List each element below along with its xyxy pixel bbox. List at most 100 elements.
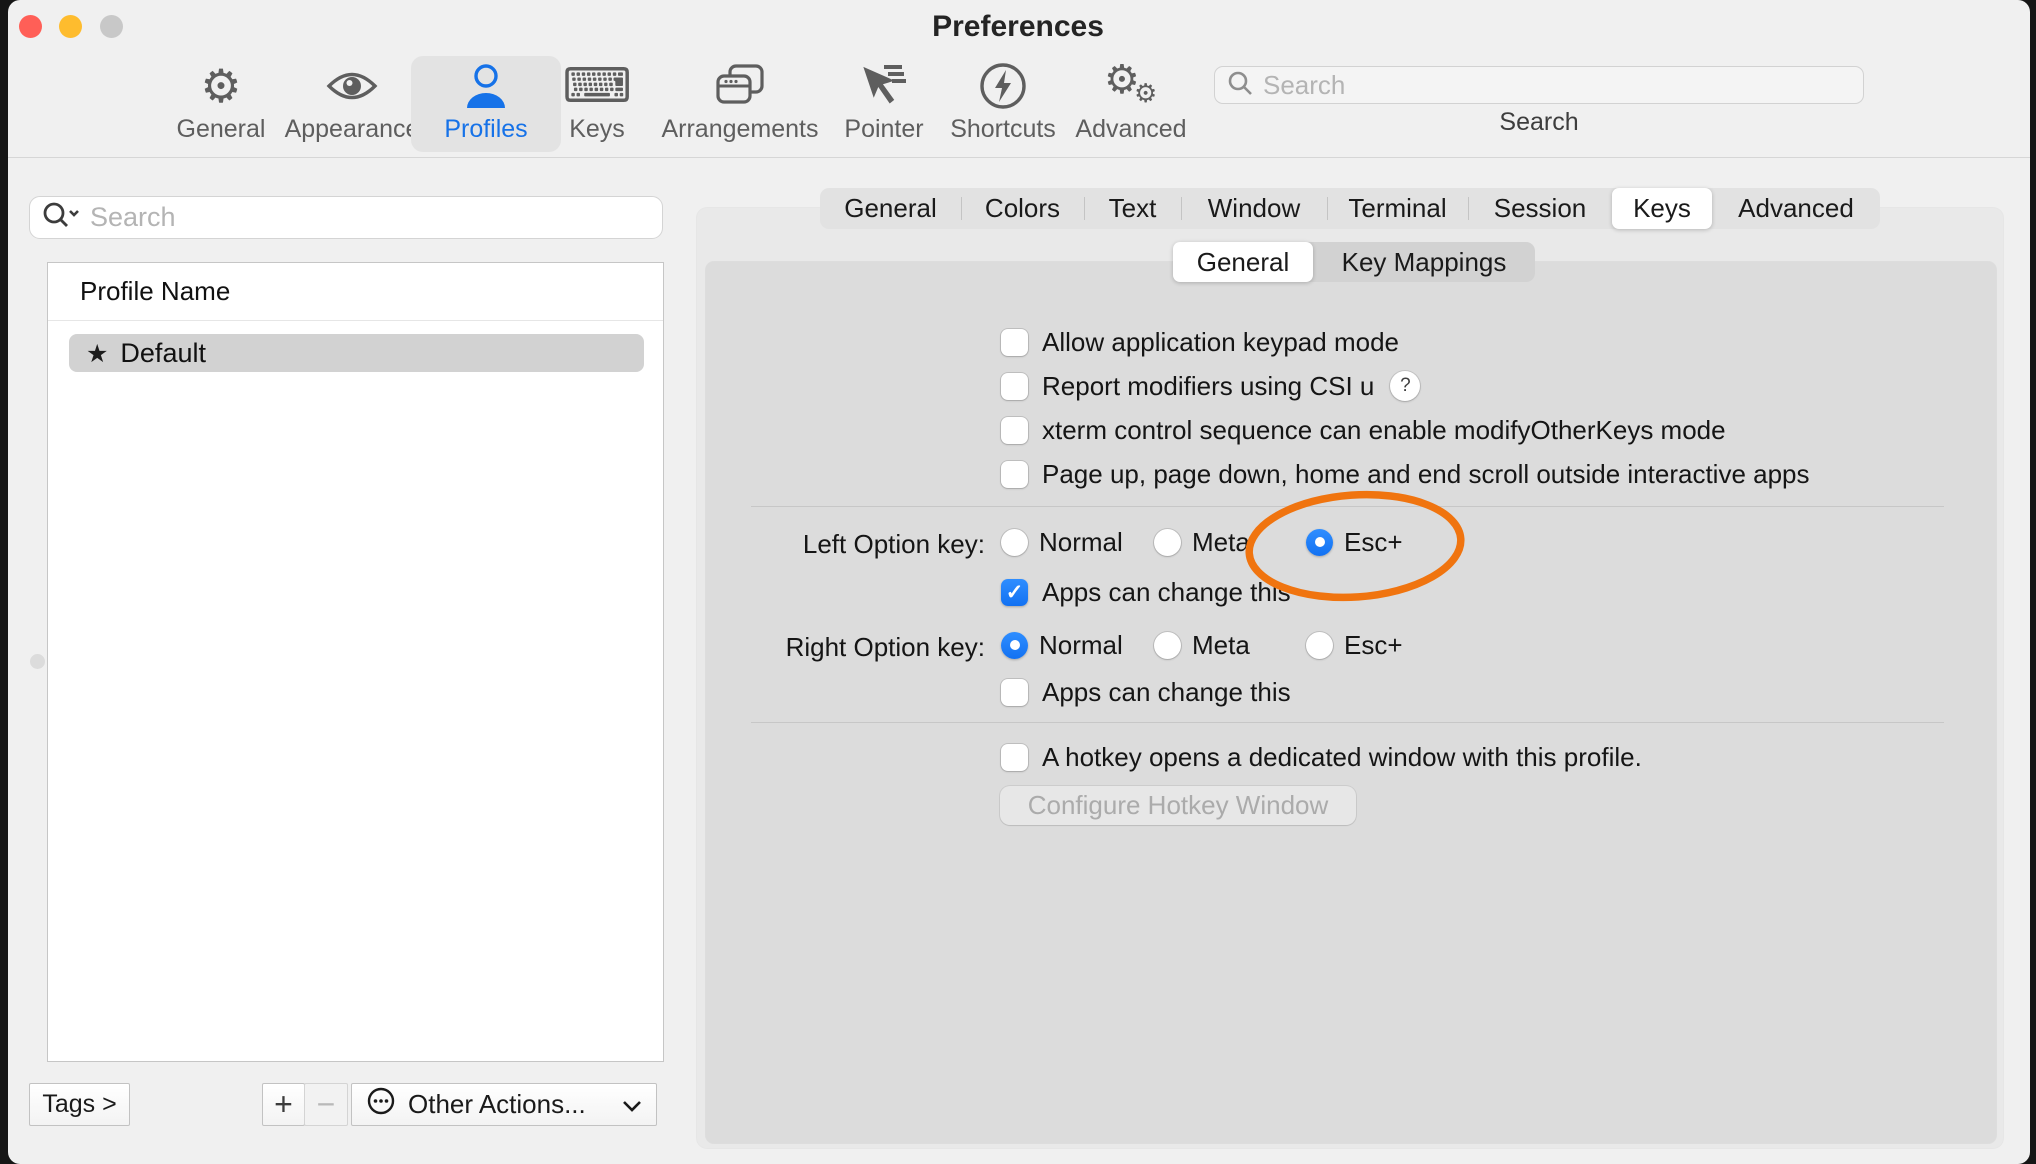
tab-advanced[interactable]: Advanced	[1712, 188, 1880, 229]
left-apps-can-change-row[interactable]: Apps can change this	[1001, 570, 1291, 614]
person-icon	[462, 57, 510, 115]
radio-label: Esc+	[1344, 527, 1403, 558]
checkbox-label: A hotkey opens a dedicated window with t…	[1042, 742, 1642, 773]
toolbar-item-general[interactable]: ⚙ General	[146, 56, 296, 152]
radio-label: Meta	[1192, 630, 1250, 661]
left-option-normal-radio[interactable]: Normal	[1001, 520, 1123, 564]
gear-icon: ⚙	[200, 57, 241, 115]
radio[interactable]	[1154, 632, 1181, 659]
toolbar-divider	[8, 157, 2030, 158]
radio[interactable]	[1306, 632, 1333, 659]
radio[interactable]	[1001, 632, 1028, 659]
sidebar-search-field[interactable]	[29, 196, 663, 239]
checkbox[interactable]	[1001, 373, 1028, 400]
profile-name: Default	[120, 338, 206, 369]
window-title: Preferences	[8, 10, 2030, 44]
toolbar-item-label: Pointer	[844, 115, 923, 152]
divider	[751, 506, 1944, 507]
tab-session[interactable]: Session	[1468, 188, 1612, 229]
checkbox-label: Apps can change this	[1042, 577, 1291, 608]
toolbar-item-label: Keys	[569, 115, 625, 152]
radio-label: Normal	[1039, 527, 1123, 558]
radio[interactable]	[1154, 529, 1181, 556]
right-option-meta-radio[interactable]: Meta	[1154, 623, 1250, 667]
right-option-key-label: Right Option key:	[700, 632, 985, 663]
toolbar-search-input[interactable]	[1263, 70, 1823, 101]
titlebar[interactable]: Preferences	[8, 0, 2030, 52]
tab-window[interactable]: Window	[1181, 188, 1327, 229]
profile-row-default[interactable]: Default	[69, 334, 644, 372]
configure-hotkey-window-button: Configure Hotkey Window	[1000, 786, 1356, 825]
eye-icon	[326, 57, 378, 115]
tab-colors[interactable]: Colors	[961, 188, 1084, 229]
search-menu-icon	[40, 200, 82, 235]
toolbar-item-label: Profiles	[444, 115, 527, 152]
right-option-esc-radio[interactable]: Esc+	[1306, 623, 1403, 667]
remove-profile-button: −	[304, 1083, 348, 1126]
toolbar-search-field[interactable]	[1214, 66, 1864, 104]
other-actions-label: Other Actions...	[408, 1089, 586, 1120]
left-option-esc-radio[interactable]: Esc+	[1306, 520, 1403, 564]
checkbox-label: xterm control sequence can enable modify…	[1042, 415, 1726, 446]
right-apps-can-change-row[interactable]: Apps can change this	[1001, 670, 1291, 714]
radio[interactable]	[1001, 529, 1028, 556]
toolbar-item-advanced[interactable]: ⚙ ⚙ Advanced	[1056, 56, 1206, 152]
sidebar-search-input[interactable]	[90, 202, 630, 233]
search-icon	[1227, 70, 1253, 101]
left-option-meta-radio[interactable]: Meta	[1154, 520, 1250, 564]
add-profile-button[interactable]: +	[262, 1083, 305, 1126]
radio-label: Meta	[1192, 527, 1250, 558]
checkbox[interactable]	[1001, 579, 1028, 606]
windows-icon	[714, 57, 766, 115]
checkbox[interactable]	[1001, 744, 1028, 771]
checkbox-label: Allow application keypad mode	[1042, 327, 1399, 358]
subtab-key-mappings[interactable]: Key Mappings	[1313, 242, 1535, 282]
right-option-normal-radio[interactable]: Normal	[1001, 623, 1123, 667]
checkbox-label: Apps can change this	[1042, 677, 1291, 708]
checkbox-row-csi-u[interactable]: Report modifiers using CSI u ?	[1001, 364, 1420, 408]
tab-general[interactable]: General	[820, 188, 961, 229]
toolbar-item-label: Arrangements	[661, 115, 818, 152]
toolbar-item-label: Appearance	[285, 115, 420, 152]
gears-icon: ⚙ ⚙	[1096, 57, 1166, 115]
radio[interactable]	[1306, 529, 1333, 556]
other-actions-button[interactable]: Other Actions...	[351, 1083, 657, 1126]
toolbar-item-arrangements[interactable]: Arrangements	[650, 56, 830, 152]
checkbox[interactable]	[1001, 417, 1028, 444]
profile-list[interactable]: Profile Name Default	[47, 262, 664, 1062]
checkbox[interactable]	[1001, 461, 1028, 488]
profile-list-header: Profile Name	[48, 263, 663, 321]
tab-terminal[interactable]: Terminal	[1327, 188, 1468, 229]
tab-text[interactable]: Text	[1084, 188, 1181, 229]
cursor-icon	[858, 57, 910, 115]
checkbox-label: Page up, page down, home and end scroll …	[1042, 459, 1810, 490]
radio-label: Normal	[1039, 630, 1123, 661]
toolbar-search-label: Search	[1214, 108, 1864, 137]
divider	[751, 722, 1944, 723]
splitter-handle[interactable]	[30, 654, 45, 669]
left-option-key-label: Left Option key:	[700, 529, 985, 560]
checkbox-row-modifyotherkeys[interactable]: xterm control sequence can enable modify…	[1001, 408, 1726, 452]
help-button[interactable]: ?	[1390, 371, 1420, 401]
checkbox[interactable]	[1001, 679, 1028, 706]
checkbox-row-keypad-mode[interactable]: Allow application keypad mode	[1001, 320, 1399, 364]
toolbar-item-label: Shortcuts	[950, 115, 1056, 152]
subtab-general[interactable]: General	[1173, 242, 1313, 282]
lightning-icon	[978, 57, 1028, 115]
star-icon	[86, 338, 108, 369]
profile-tab-bar: General Colors Text Window Terminal Sess…	[820, 188, 1880, 229]
toolbar-item-label: Advanced	[1075, 115, 1186, 152]
checkbox-label: Report modifiers using CSI u	[1042, 371, 1374, 402]
checkbox[interactable]	[1001, 329, 1028, 356]
keyboard-icon: ⌨	[562, 57, 631, 115]
radio-label: Esc+	[1344, 630, 1403, 661]
hotkey-checkbox-row[interactable]: A hotkey opens a dedicated window with t…	[1001, 735, 1642, 779]
tab-keys[interactable]: Keys	[1612, 188, 1712, 229]
toolbar-item-appearance[interactable]: Appearance	[277, 56, 427, 152]
keys-subtab-bar: General Key Mappings	[1173, 242, 1535, 282]
preferences-window: Preferences ⚙ General Appearance Profile…	[8, 0, 2030, 1164]
checkbox-row-page-scroll[interactable]: Page up, page down, home and end scroll …	[1001, 452, 1810, 496]
ellipsis-circle-icon	[366, 1086, 396, 1123]
toolbar-item-label: General	[177, 115, 266, 152]
tags-button[interactable]: Tags >	[29, 1083, 130, 1126]
